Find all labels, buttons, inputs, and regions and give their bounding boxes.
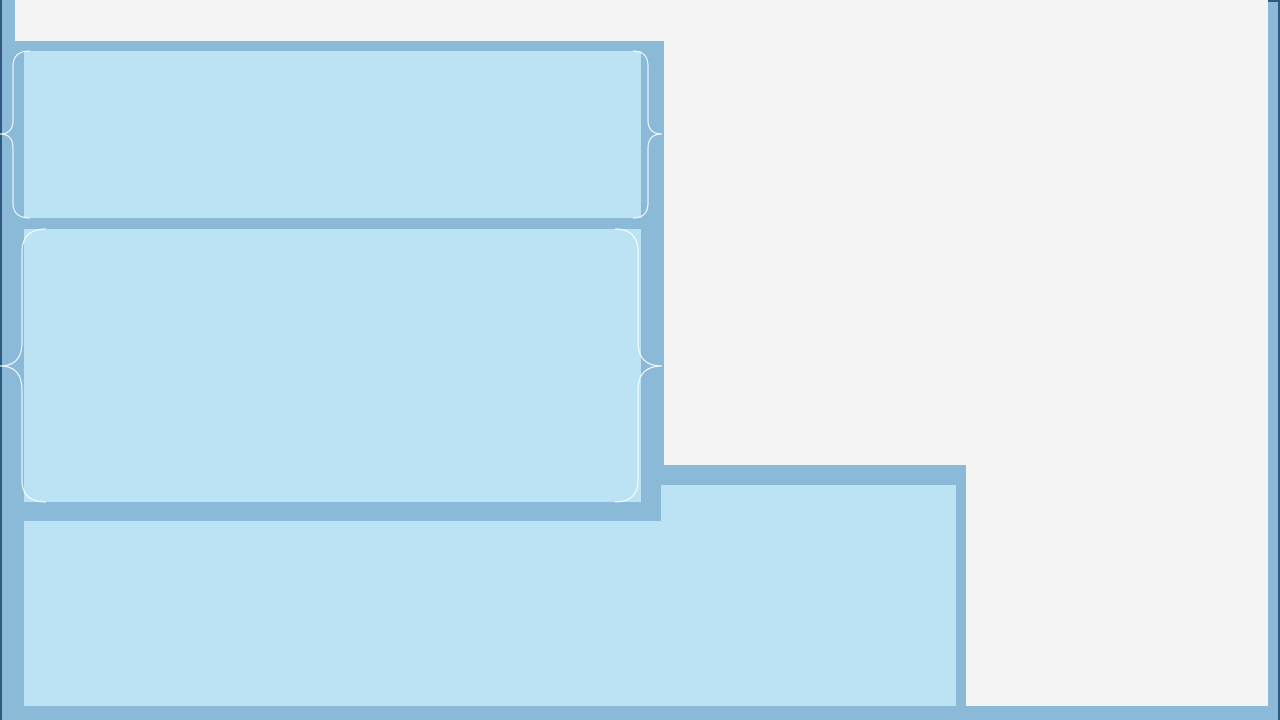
panel-bottom — [24, 521, 956, 706]
panel-bottom-notch — [661, 485, 956, 525]
layout-diagram — [0, 0, 1280, 720]
panels — [24, 51, 956, 706]
diagram-canvas — [0, 0, 1280, 720]
panel-middle-left — [24, 229, 641, 502]
panel-top-left — [24, 51, 641, 218]
